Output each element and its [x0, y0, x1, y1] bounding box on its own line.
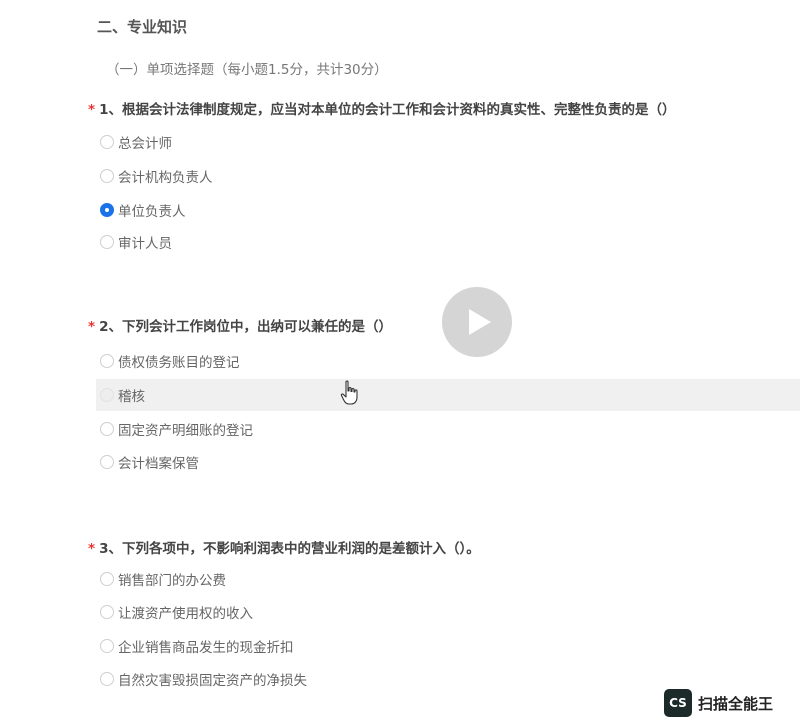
option-q1-d[interactable]: 审计人员: [96, 228, 800, 256]
question-title: * 3、下列各项中，不影响利润表中的营业利润的是差额计入（）。: [88, 537, 480, 557]
option-q1-c[interactable]: 单位负责人: [96, 196, 800, 224]
radio-button[interactable]: [100, 639, 114, 653]
option-label: 销售部门的办公费: [118, 573, 226, 589]
radio-button[interactable]: [100, 455, 114, 469]
radio-button[interactable]: [100, 354, 114, 368]
camscanner-logo-icon: CS: [664, 689, 692, 717]
question-text: 1、根据会计法律制度规定，应当对本单位的会计工作和会计资料的真实性、完整性负责的…: [99, 102, 676, 118]
option-label: 企业销售商品发生的现金折扣: [118, 640, 294, 656]
option-label: 会计机构负责人: [118, 170, 213, 186]
option-q3-a[interactable]: 销售部门的办公费: [96, 565, 800, 593]
option-label: 审计人员: [118, 236, 172, 252]
option-label: 债权债务账目的登记: [118, 355, 240, 371]
watermark-text: 扫描全能王: [698, 694, 774, 713]
question-title: * 2、下列会计工作岗位中，出纳可以兼任的是（）: [88, 315, 392, 335]
radio-button[interactable]: [100, 388, 114, 402]
option-label: 总会计师: [118, 136, 172, 152]
required-mark: *: [88, 102, 96, 118]
option-label: 单位负责人: [118, 204, 186, 220]
radio-button[interactable]: [100, 572, 114, 586]
radio-button[interactable]: [100, 169, 114, 183]
scanner-watermark: CS 扫描全能王: [664, 689, 773, 717]
option-q3-b[interactable]: 让渡资产使用权的收入: [96, 598, 800, 626]
hand-pointer-icon: [340, 380, 358, 405]
question-text: 2、下列会计工作岗位中，出纳可以兼任的是（）: [99, 319, 392, 335]
section-title: 二、专业知识: [97, 18, 188, 36]
radio-button[interactable]: [100, 135, 114, 149]
option-q1-b[interactable]: 会计机构负责人: [96, 162, 800, 190]
option-q3-c[interactable]: 企业销售商品发生的现金折扣: [96, 632, 800, 660]
option-label: 稽核: [118, 389, 145, 405]
option-label: 自然灾害毁损固定资产的净损失: [118, 673, 307, 689]
option-label: 固定资产明细账的登记: [118, 423, 253, 439]
radio-button-checked[interactable]: [100, 203, 114, 217]
section-subtitle: （一）单项选择题（每小题1.5分，共计30分）: [106, 62, 388, 78]
video-play-button[interactable]: [442, 287, 512, 357]
option-q2-a[interactable]: 债权债务账目的登记: [96, 347, 800, 375]
option-q1-a[interactable]: 总会计师: [96, 128, 800, 156]
question-title: * 1、根据会计法律制度规定，应当对本单位的会计工作和会计资料的真实性、完整性负责…: [88, 98, 675, 118]
radio-button[interactable]: [100, 235, 114, 249]
radio-button[interactable]: [100, 422, 114, 436]
option-label: 会计档案保管: [118, 456, 199, 472]
option-q2-c[interactable]: 固定资产明细账的登记: [96, 415, 800, 443]
option-label: 让渡资产使用权的收入: [118, 606, 253, 622]
radio-button[interactable]: [100, 605, 114, 619]
option-q2-b[interactable]: 稽核: [96, 379, 800, 411]
required-mark: *: [88, 319, 96, 335]
required-mark: *: [88, 541, 96, 557]
radio-button[interactable]: [100, 672, 114, 686]
survey-page: 二、专业知识 （一）单项选择题（每小题1.5分，共计30分） * 1、根据会计法律…: [0, 0, 800, 725]
option-q2-d[interactable]: 会计档案保管: [96, 448, 800, 476]
question-text: 3、下列各项中，不影响利润表中的营业利润的是差额计入（）。: [99, 541, 480, 557]
play-icon: [469, 309, 491, 335]
